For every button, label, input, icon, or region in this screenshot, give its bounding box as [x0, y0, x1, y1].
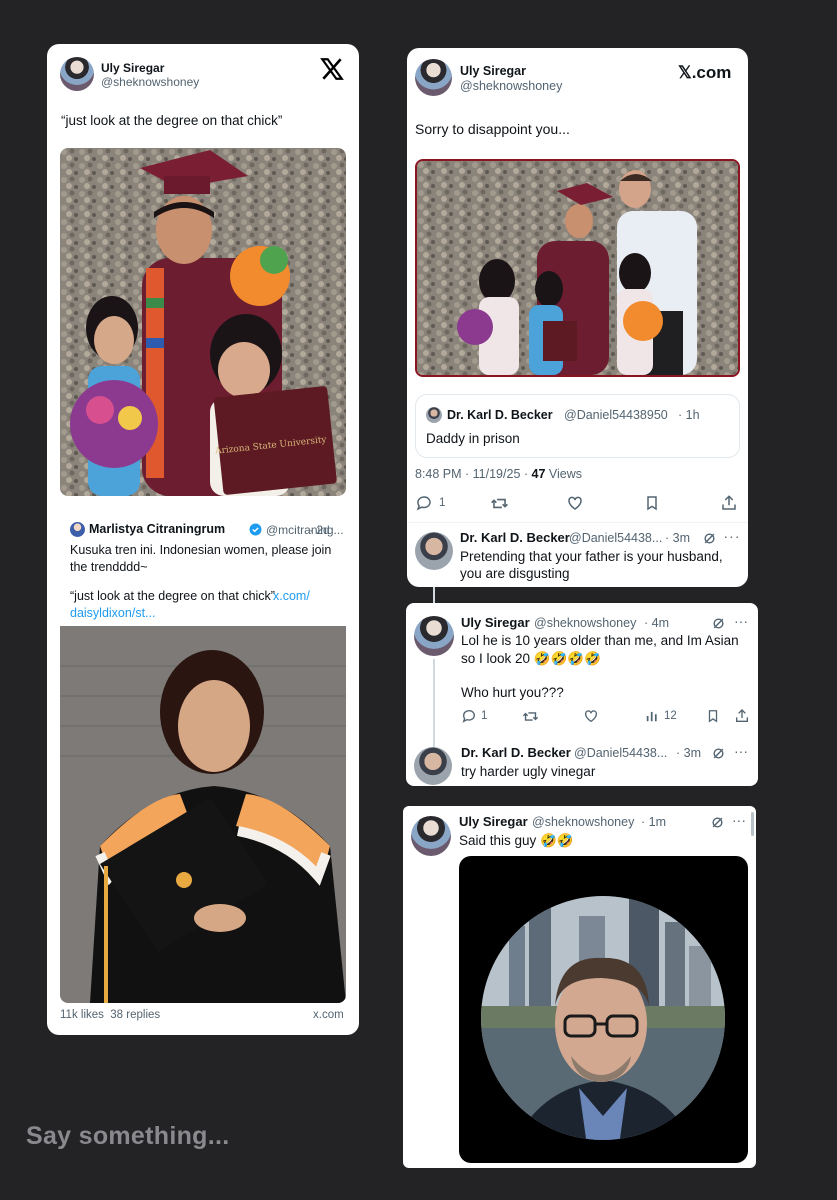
quote-author-avatar[interactable]: [70, 522, 85, 537]
retweet-icon[interactable]: [488, 492, 510, 514]
more-icon[interactable]: ···: [732, 612, 750, 630]
reply-author-avatar[interactable]: [414, 747, 452, 785]
like-icon[interactable]: [564, 492, 586, 514]
author-handle[interactable]: @sheknowshoney: [532, 815, 634, 829]
tweet-text: Sorry to disappoint you...: [415, 121, 570, 137]
more-icon[interactable]: ···: [723, 527, 741, 545]
grok-icon[interactable]: [708, 813, 726, 831]
quote-text: Daddy in prison: [426, 431, 520, 446]
reply-count: 1: [439, 497, 446, 509]
tweet-card-degree[interactable]: Uly Siregar @sheknowshoney “just look at…: [47, 44, 359, 1035]
footer-stats: 11k likes 38 replies: [60, 1009, 161, 1021]
more-icon[interactable]: ···: [732, 742, 750, 760]
author-name[interactable]: Uly Siregar: [461, 615, 530, 630]
grok-icon[interactable]: [709, 614, 727, 632]
reply-time: · 3m: [676, 746, 701, 760]
quote-link[interactable]: x.com/ daisyldixon/st...: [70, 588, 340, 622]
retweet-icon[interactable]: [520, 706, 540, 726]
reply-icon[interactable]: [459, 706, 479, 726]
author-name[interactable]: Uly Siregar: [101, 61, 164, 75]
more-icon[interactable]: ···: [730, 811, 748, 829]
x-logo-icon: 𝕏.com: [678, 63, 732, 82]
tweet-card-reply[interactable]: Uly Siregar @sheknowshoney · 4m ··· Lol …: [406, 603, 758, 786]
tweet-meta: 8:48 PM · 11/19/25 · 47 Views: [415, 467, 582, 481]
quote-author-avatar[interactable]: [426, 407, 442, 423]
tweet-timestamp: 8:48 PM · 11/19/25 ·: [415, 467, 529, 481]
tweet-text: Said this guy 🤣🤣: [459, 833, 574, 848]
verified-badge-icon: [249, 523, 262, 536]
like-icon[interactable]: [581, 706, 601, 726]
share-icon[interactable]: [718, 492, 740, 514]
reply-icon[interactable]: [413, 492, 435, 514]
quote-author-name[interactable]: Dr. Karl D. Becker: [447, 408, 553, 422]
reply-author-name[interactable]: Dr. Karl D. Becker: [461, 745, 571, 760]
author-avatar[interactable]: [411, 816, 451, 856]
karl-portrait-photo[interactable]: [459, 856, 748, 1163]
graduation-photo-family[interactable]: Arizona State University: [60, 148, 346, 496]
quote-time: · 2d: [309, 523, 330, 537]
reply-author-avatar[interactable]: [415, 532, 453, 570]
views-count: 47: [531, 467, 546, 481]
bookmark-icon[interactable]: [703, 706, 723, 726]
reply-text: Pretending that your father is your husb…: [460, 549, 723, 581]
reply-time: · 3m: [665, 531, 690, 545]
author-handle[interactable]: @sheknowshoney: [460, 79, 562, 93]
family-photo[interactable]: [415, 159, 740, 377]
graduation-photo-portrait[interactable]: [60, 626, 346, 1003]
grok-icon[interactable]: [700, 529, 718, 547]
author-handle[interactable]: @sheknowshoney: [101, 75, 199, 89]
author-avatar[interactable]: [415, 59, 452, 96]
tweet-text: Lol he is 10 years older than me, and Im…: [461, 633, 739, 666]
author-name[interactable]: Uly Siregar: [459, 814, 528, 829]
quote-author-name[interactable]: Marlistya Citraningrum: [89, 522, 225, 536]
quote-author-handle[interactable]: @Daniel54438950: [564, 408, 668, 422]
tweet-card-said-this-guy[interactable]: Uly Siregar @sheknowshoney · 1m ··· Said…: [403, 806, 756, 1168]
grok-icon[interactable]: [709, 744, 727, 762]
footer-site[interactable]: x.com: [313, 1009, 344, 1021]
views-count: 12: [664, 710, 677, 722]
author-avatar[interactable]: [60, 57, 94, 91]
thread-line: [433, 659, 435, 747]
x-logo-icon: [319, 56, 345, 82]
tweet-card-sorry[interactable]: Uly Siregar @sheknowshoney 𝕏.com Sorry t…: [407, 48, 748, 587]
author-handle[interactable]: @sheknowshoney: [534, 616, 636, 630]
quote-author-handle[interactable]: @mcitraning...: [266, 523, 344, 537]
tweet-time: · 4m: [644, 616, 669, 630]
divider: [407, 522, 748, 523]
tweet-text-2: Who hurt you???: [461, 685, 564, 700]
message-input[interactable]: Say something...: [26, 1122, 229, 1151]
tweet-text: “just look at the degree on that chick”: [61, 113, 283, 128]
reply-author-handle[interactable]: @Daniel54438...: [569, 531, 662, 545]
views-label: Views: [548, 467, 583, 481]
scrollbar[interactable]: [751, 812, 754, 836]
bookmark-icon[interactable]: [641, 492, 663, 514]
reply-text: try harder ugly vinegar: [461, 764, 596, 779]
tweet-time: · 1m: [641, 815, 666, 829]
author-avatar[interactable]: [414, 616, 454, 656]
quote-text: Kusuka tren ini. Indonesian women, pleas…: [70, 543, 332, 574]
reply-author-handle[interactable]: @Daniel54438...: [574, 746, 667, 760]
reply-count: 1: [481, 710, 488, 722]
quote-time: · 1h: [678, 408, 700, 422]
views-icon[interactable]: [642, 706, 662, 726]
author-name[interactable]: Uly Siregar: [460, 64, 526, 78]
reply-author-name[interactable]: Dr. Karl D. Becker: [460, 530, 570, 545]
share-icon[interactable]: [732, 706, 752, 726]
quote-tweet-box[interactable]: Dr. Karl D. Becker @Daniel54438950 · 1h …: [415, 394, 740, 458]
